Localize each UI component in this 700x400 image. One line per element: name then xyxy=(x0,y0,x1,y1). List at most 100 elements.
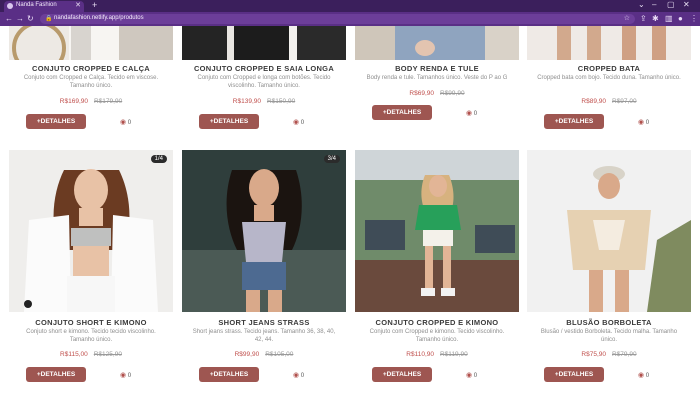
product-image[interactable]: 3/4 xyxy=(182,150,346,312)
product-title: CONJUTO CROPPED E KIMONO xyxy=(375,318,499,327)
minimize-button[interactable]: – xyxy=(652,0,656,9)
product-price: R$139,90 R$150,90 xyxy=(182,98,346,105)
sale-price: R$69,90 xyxy=(409,90,434,97)
bookmark-star-icon[interactable]: ☆ xyxy=(624,14,630,22)
reload-icon[interactable]: ↻ xyxy=(27,14,34,23)
lock-icon: 🔒 xyxy=(45,16,53,22)
product-description: Short jeans strass. Tecido jeans. Tamanh… xyxy=(192,329,336,343)
details-button[interactable]: +DETALHES xyxy=(372,105,432,120)
original-price: R$79,90 xyxy=(612,351,637,358)
product-image[interactable] xyxy=(355,150,519,312)
image-counter-badge: 3/4 xyxy=(323,155,340,163)
original-price: R$125,90 xyxy=(93,351,122,358)
original-price: R$150,90 xyxy=(267,98,296,105)
forward-icon[interactable]: → xyxy=(16,14,24,23)
view-count: ◉ 0 xyxy=(466,371,477,379)
menu-icon[interactable]: ⋮ xyxy=(690,14,698,23)
original-price: R$99,90 xyxy=(440,90,465,97)
back-icon[interactable]: ← xyxy=(5,14,13,23)
product-price: R$169,90 R$179,90 xyxy=(9,98,173,105)
product-price: R$75,90 R$79,90 xyxy=(527,351,691,358)
tab-close-icon[interactable]: ✕ xyxy=(75,1,81,9)
view-count-value: 0 xyxy=(300,373,305,379)
product-price: R$115,00 R$125,90 xyxy=(9,351,173,358)
details-button[interactable]: +DETALHES xyxy=(372,367,432,382)
product-title: SHORT JEANS STRASS xyxy=(218,318,310,327)
product-title: BODY RENDA E TULE xyxy=(395,64,479,73)
eye-icon: ◉ xyxy=(638,372,645,379)
eye-icon: ◉ xyxy=(120,372,127,379)
details-button[interactable]: +DETALHES xyxy=(26,367,86,382)
product-description: Cropped bata com bojo. Tecido duna. Tama… xyxy=(537,75,681,81)
product-description: Blusão / vestido Borboleta. Tecido malha… xyxy=(540,329,678,343)
eye-icon: ◉ xyxy=(293,372,300,379)
url-text: nandafashion.netlify.app/produtos xyxy=(54,15,144,21)
product-image[interactable] xyxy=(9,26,173,60)
product-price: R$99,90 R$105,00 xyxy=(182,351,346,358)
sale-price: R$89,90 xyxy=(581,98,606,105)
product-image[interactable] xyxy=(182,26,346,60)
eye-icon: ◉ xyxy=(120,119,127,126)
details-button[interactable]: +DETALHES xyxy=(199,114,259,129)
eye-icon: ◉ xyxy=(466,372,473,379)
product-description: Conjuto com Cropped e Calça. Tecido em v… xyxy=(23,75,159,89)
view-count: ◉ 0 xyxy=(120,371,131,379)
details-button[interactable]: +DETALHES xyxy=(199,367,259,382)
eye-icon: ◉ xyxy=(293,119,300,126)
maximize-button[interactable]: ▢ xyxy=(667,0,675,9)
tab-title: Nanda Fashion xyxy=(16,2,57,8)
product-price: R$89,90 R$97,00 xyxy=(527,98,691,105)
product-description: Conjuto com Cropped e kimono. Tecido vis… xyxy=(369,329,505,343)
view-count: ◉ 0 xyxy=(293,371,304,379)
browser-tab[interactable]: Nanda Fashion ✕ xyxy=(4,1,84,12)
view-count: ◉ 0 xyxy=(638,118,649,126)
details-button[interactable]: +DETALHES xyxy=(544,367,604,382)
site-favicon-icon xyxy=(7,3,13,9)
product-title: CONJUTO CROPPED E CALÇA xyxy=(31,64,151,73)
view-count: ◉ 0 xyxy=(120,118,131,126)
view-count-value: 0 xyxy=(473,373,478,379)
view-count: ◉ 0 xyxy=(466,109,477,117)
sale-price: R$99,90 xyxy=(234,351,260,358)
view-count-value: 0 xyxy=(300,120,305,126)
product-image[interactable] xyxy=(355,26,519,60)
product-price: R$69,90 R$99,90 xyxy=(355,90,519,97)
address-bar[interactable]: 🔒 nandafashion.netlify.app/produtos ☆ xyxy=(40,14,635,24)
sale-price: R$169,90 xyxy=(59,98,88,105)
product-title: CONJUTO SHORT E KIMONO xyxy=(35,318,147,327)
details-button[interactable]: +DETALHES xyxy=(544,114,604,129)
share-icon[interactable]: ⇪ xyxy=(640,14,647,23)
sale-price: R$115,00 xyxy=(60,351,88,358)
close-window-button[interactable]: ✕ xyxy=(683,0,690,9)
sale-price: R$75,90 xyxy=(581,351,606,358)
eye-icon: ◉ xyxy=(638,119,645,126)
carousel-dot-icon[interactable] xyxy=(24,300,32,308)
view-count: ◉ 0 xyxy=(293,118,304,126)
details-button[interactable]: +DETALHES xyxy=(26,114,86,129)
product-title: BLUSÃO BORBOLETA xyxy=(566,318,652,327)
page-viewport: CONJUTO CROPPED E CALÇA Conjuto com Crop… xyxy=(0,26,700,400)
original-price: R$179,90 xyxy=(94,98,123,105)
product-title: CROPPED BATA xyxy=(577,64,641,73)
sidebar-icon[interactable]: ▥ xyxy=(665,14,673,23)
original-price: R$97,00 xyxy=(612,98,637,105)
view-count: ◉ 0 xyxy=(638,371,649,379)
product-description: Conjuto com Cropped e longa com botões. … xyxy=(197,75,331,89)
sale-price: R$110,90 xyxy=(406,351,434,358)
product-description: Body renda e tule. Tamanhos único. Veste… xyxy=(366,75,508,81)
product-price: R$110,90 R$119,90 xyxy=(355,351,519,358)
tab-search-icon[interactable]: ⌄ xyxy=(638,0,645,9)
new-tab-button[interactable]: + xyxy=(92,0,97,10)
product-description: Conjuto short e kimono. Tecido tecido vi… xyxy=(26,329,156,343)
product-image[interactable] xyxy=(527,26,691,60)
profile-avatar-icon[interactable]: ● xyxy=(678,14,683,23)
view-count-value: 0 xyxy=(473,111,478,117)
product-image[interactable]: 1/4 xyxy=(9,150,173,312)
extensions-icon[interactable]: ✱ xyxy=(652,14,659,23)
original-price: R$119,90 xyxy=(440,351,468,358)
image-counter-badge: 1/4 xyxy=(150,155,167,163)
product-title: CONJUTO CROPPED E SAIA LONGA xyxy=(193,64,335,73)
product-image[interactable] xyxy=(527,150,691,312)
view-count-value: 0 xyxy=(645,373,650,379)
browser-tab-strip: Nanda Fashion ✕ + ⌄ – ▢ ✕ xyxy=(0,0,700,12)
